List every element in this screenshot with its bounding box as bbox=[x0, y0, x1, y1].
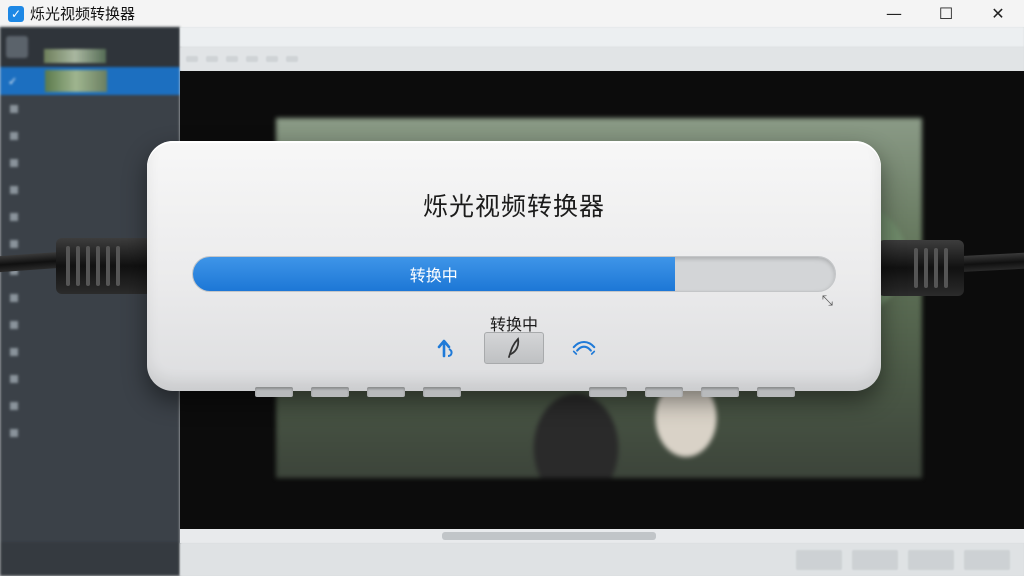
vent bbox=[645, 387, 683, 397]
left-plug bbox=[56, 238, 152, 294]
vent bbox=[311, 387, 349, 397]
maximize-button[interactable]: ☐ bbox=[920, 0, 972, 27]
plug-ridge bbox=[934, 248, 938, 288]
bottom-button[interactable] bbox=[908, 549, 954, 570]
bottom-button[interactable] bbox=[852, 549, 898, 570]
app-checkbox-icon: ✓ bbox=[8, 5, 24, 22]
sidebar-item-icon bbox=[10, 185, 18, 194]
plug-ridge bbox=[86, 246, 90, 286]
check-icon: ✓ bbox=[8, 74, 18, 88]
wifi-wave-svg bbox=[572, 340, 596, 355]
bottom-button[interactable] bbox=[796, 549, 842, 570]
vent bbox=[255, 387, 293, 397]
progress-bar: 转换中 bbox=[192, 256, 836, 292]
control-row bbox=[147, 331, 881, 365]
sidebar-item[interactable] bbox=[0, 419, 180, 446]
toolbar bbox=[180, 47, 1024, 71]
sidebar-item-icon bbox=[10, 320, 18, 329]
feather-icon bbox=[508, 337, 520, 358]
progress-label: 转换中 bbox=[409, 266, 458, 285]
sidebar-item-icon bbox=[10, 293, 18, 302]
plug-ridge bbox=[914, 248, 918, 288]
plug-ridge bbox=[924, 248, 928, 288]
title-bar: ✓ 烁光视频转换器 — ☐ ✕ bbox=[0, 0, 1024, 27]
sidebar-item-icon bbox=[10, 347, 18, 356]
plug-ridge bbox=[944, 248, 948, 288]
sidebar-item[interactable] bbox=[0, 95, 180, 122]
bottom-button[interactable] bbox=[964, 549, 1010, 570]
toolbar-chip[interactable] bbox=[226, 56, 238, 62]
converter-device: 烁光视频转换器 转换中 ⤡ 转换中 bbox=[147, 141, 881, 397]
feather-button[interactable] bbox=[484, 332, 544, 364]
sidebar-thumbnail bbox=[44, 49, 106, 63]
window-controls: — ☐ ✕ bbox=[868, 0, 1024, 27]
sidebar-item-icon bbox=[10, 212, 18, 221]
sidebar-item-icon bbox=[10, 239, 18, 248]
vent bbox=[701, 387, 739, 397]
vent bbox=[367, 387, 405, 397]
vent bbox=[589, 387, 627, 397]
plug-ridge bbox=[66, 246, 70, 286]
toolbar-top bbox=[180, 27, 1024, 47]
horizontal-scrollbar[interactable] bbox=[180, 529, 1024, 543]
plug-ridge bbox=[96, 246, 100, 286]
toolbar-dropdown[interactable] bbox=[246, 56, 258, 62]
sidebar-item-icon bbox=[10, 401, 18, 410]
sidebar-item[interactable] bbox=[0, 122, 180, 149]
toolbar-chip[interactable] bbox=[266, 56, 278, 62]
resize-icon: ⤡ bbox=[821, 293, 833, 309]
sidebar-footer[interactable] bbox=[0, 542, 180, 576]
sidebar-item-active[interactable]: ✓ bbox=[0, 67, 180, 95]
upload-arrow-icon[interactable] bbox=[432, 336, 456, 360]
plug-ridge bbox=[116, 246, 120, 286]
plug-ridge bbox=[76, 246, 80, 286]
toolbar-dropdown[interactable] bbox=[206, 56, 218, 62]
wifi-wave-icon[interactable] bbox=[572, 336, 596, 360]
window-title: 烁光视频转换器 bbox=[30, 5, 136, 23]
bottom-toolbar bbox=[180, 543, 1024, 576]
device-vents bbox=[147, 383, 881, 397]
vent bbox=[423, 387, 461, 397]
upload-arrow-svg bbox=[437, 339, 453, 358]
sidebar-item-icon bbox=[10, 131, 18, 140]
toolbar-chip[interactable] bbox=[186, 56, 198, 62]
sidebar-item-icon bbox=[10, 374, 18, 383]
close-button[interactable]: ✕ bbox=[972, 0, 1024, 27]
device-title: 烁光视频转换器 bbox=[422, 192, 605, 221]
minimize-button[interactable]: — bbox=[868, 0, 920, 27]
sidebar-item-icon bbox=[10, 428, 18, 437]
sidebar-item-icon bbox=[10, 104, 18, 113]
plug-ridge bbox=[106, 246, 110, 286]
sidebar-active-thumbnail bbox=[45, 70, 108, 92]
right-plug bbox=[878, 240, 964, 296]
sidebar-item-icon bbox=[10, 158, 18, 167]
vent bbox=[757, 387, 795, 397]
toolbar-chip[interactable] bbox=[286, 56, 298, 62]
sidebar-home-icon[interactable] bbox=[6, 36, 28, 58]
scrollbar-thumb[interactable] bbox=[442, 532, 656, 540]
